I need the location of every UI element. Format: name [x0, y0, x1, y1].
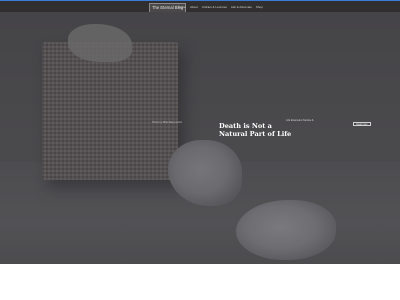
page: The Eternal Blog Home About Articles & L… [0, 0, 400, 300]
hero-title: Death is Not a Natural Part of Life [219, 122, 292, 138]
nav-item-ask[interactable]: Ask & Advocate [231, 4, 252, 10]
photo-caption: Photo by Mika Baumeister [152, 121, 183, 124]
nav-item-home[interactable]: Home [178, 4, 186, 10]
main-nav: Home About Articles & Lectures Ask & Adv… [178, 4, 263, 10]
tissue-box-image [42, 42, 178, 180]
hero-aside-text: Life Extension Stories & [286, 119, 314, 122]
read-more-button[interactable]: Read more [353, 122, 371, 126]
nav-item-shop[interactable]: Shop [256, 4, 263, 10]
crumpled-tissue-image [236, 200, 336, 260]
page-below-hero [0, 264, 400, 300]
nav-item-articles[interactable]: Articles & Lectures [202, 4, 227, 10]
nav-item-about[interactable]: About [190, 4, 198, 10]
top-navigation-bar: The Eternal Blog Home About Articles & L… [0, 0, 400, 13]
tissue-image [68, 24, 132, 62]
hero-banner: Photo by Mika Baumeister Death is Not a … [0, 12, 400, 264]
